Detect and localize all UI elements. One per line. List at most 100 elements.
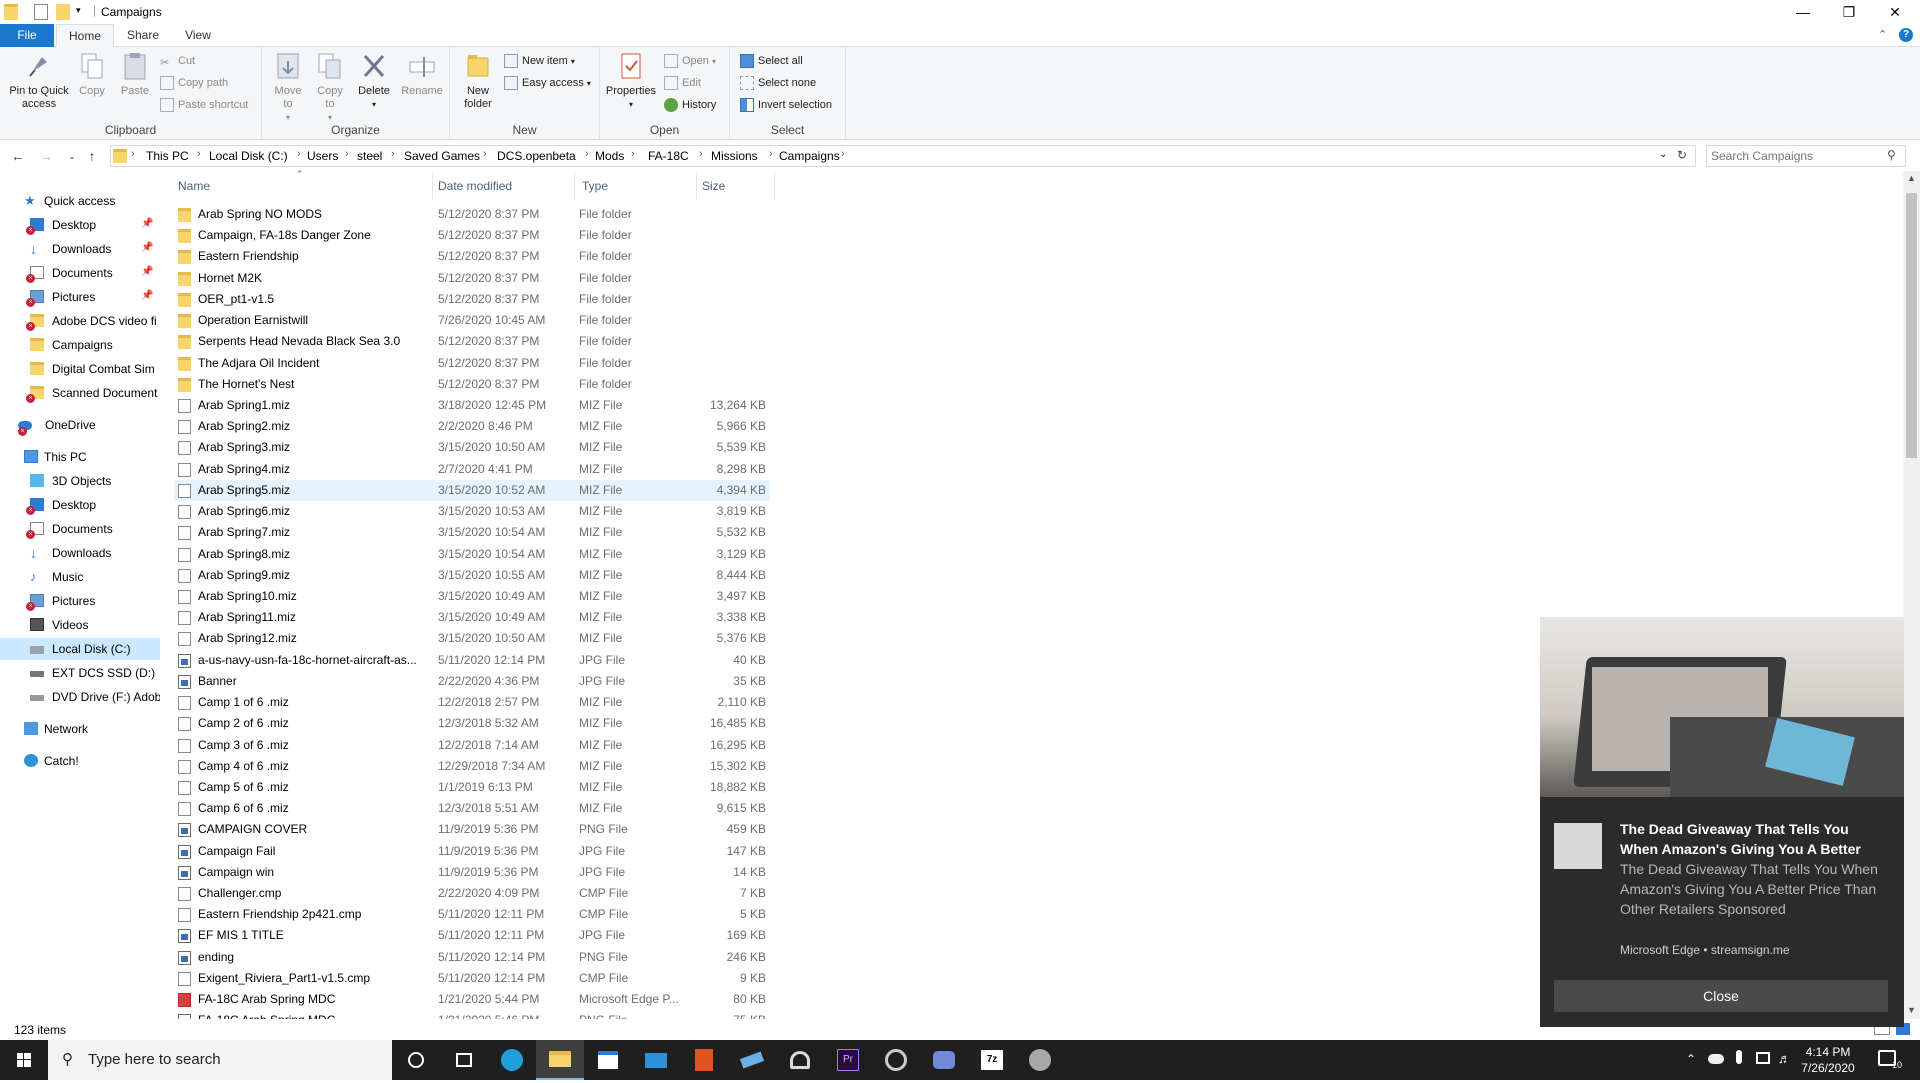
nav-quick-campaigns[interactable]: Campaigns (30, 334, 160, 356)
column-header-name[interactable]: Name (178, 179, 210, 199)
taskbar-app-misc[interactable] (1016, 1040, 1064, 1080)
breadcrumb-fa-18c[interactable]: FA-18C (648, 149, 689, 163)
table-row[interactable]: Camp 5 of 6 .miz 1/1/2019 6:13 PM MIZ File… (174, 777, 770, 798)
table-row[interactable]: Eastern Friendship 2p421.cmp 5/11/2020 12… (174, 904, 770, 925)
forward-button[interactable]: → (36, 147, 56, 165)
tab-file[interactable]: File (0, 24, 54, 47)
breadcrumb-mods[interactable]: Mods (595, 149, 624, 163)
up-button[interactable]: ↑ (82, 147, 102, 165)
nav-quick-scanned[interactable]: Scanned Document (30, 382, 160, 404)
breadcrumb-campaigns[interactable]: Campaigns (779, 149, 840, 163)
pin-icon[interactable]: 📌 (141, 266, 153, 277)
pin-icon[interactable]: 📌 (141, 218, 153, 229)
help-icon[interactable]: ? (1899, 28, 1913, 42)
address-dropdown-icon[interactable]: ⌄ (1659, 149, 1667, 160)
edit-button[interactable]: Edit (664, 74, 701, 92)
taskbar-store[interactable] (584, 1040, 632, 1080)
show-hidden-icons[interactable]: ⌃ (1686, 1052, 1696, 1066)
table-row[interactable]: Arab Spring12.miz 3/15/2020 10:50 AM MIZ F… (174, 628, 770, 649)
table-row[interactable]: a-us-navy-usn-fa-18c-hornet-aircraft-as.… (174, 650, 770, 671)
table-row[interactable]: Serpents Head Nevada Black Sea 3.0 5/12/2… (174, 331, 770, 352)
taskbar-office[interactable] (680, 1040, 728, 1080)
column-divider[interactable] (432, 173, 433, 199)
table-row[interactable]: Camp 4 of 6 .miz 12/29/2018 7:34 AM MIZ Fi… (174, 756, 770, 777)
clock-time[interactable]: 4:14 PM (1798, 1045, 1858, 1059)
breadcrumb-missions[interactable]: Missions (711, 149, 758, 163)
table-row[interactable]: ending 5/11/2020 12:14 PM PNG File 246 KB (174, 947, 770, 968)
tab-view[interactable]: View (172, 24, 224, 47)
breadcrumb-this-pc[interactable]: This PC (146, 149, 189, 163)
pin-icon[interactable]: 📌 (141, 242, 153, 253)
table-row[interactable]: Arab Spring11.miz 3/15/2020 10:49 AM MIZ F… (174, 607, 770, 628)
table-row[interactable]: Arab Spring NO MODS 5/12/2020 8:37 PM File… (174, 204, 770, 225)
maximize-button[interactable]: ❐ (1826, 0, 1872, 24)
table-row[interactable]: Arab Spring9.miz 3/15/2020 10:55 AM MIZ Fi… (174, 565, 770, 586)
nav-onedrive[interactable]: OneDrive (18, 414, 96, 436)
tab-share[interactable]: Share (114, 24, 172, 47)
breadcrumb-dcs-openbeta[interactable]: DCS.openbeta (497, 149, 576, 163)
table-row[interactable]: Exigent_Riviera_Part1-v1.5.cmp 5/11/2020 … (174, 968, 770, 989)
start-button[interactable] (0, 1040, 48, 1080)
table-row[interactable]: Campaign win 11/9/2019 5:36 PM JPG File 14 … (174, 862, 770, 883)
invert-selection-button[interactable]: Invert selection (740, 96, 832, 114)
nav-this-pc[interactable]: This PC (24, 446, 87, 468)
new-item-button[interactable]: New item ▾ (504, 52, 575, 70)
taskbar-app-plane[interactable] (728, 1040, 776, 1080)
properties-quick-icon[interactable] (34, 4, 48, 20)
copy-path-button[interactable]: Copy path (160, 74, 228, 92)
table-row[interactable]: Arab Spring1.miz 3/18/2020 12:45 PM MIZ Fi… (174, 395, 770, 416)
table-row[interactable]: Arab Spring4.miz 2/7/2020 4:41 PM MIZ File… (174, 459, 770, 480)
column-divider[interactable] (774, 173, 775, 199)
pin-to-quick-access-button[interactable]: Pin to Quick access (4, 51, 74, 111)
nav-pc-music[interactable]: ♪ Music (30, 566, 160, 588)
scrollbar-thumb[interactable] (1906, 193, 1917, 458)
paste-shortcut-button[interactable]: Paste shortcut (160, 96, 248, 114)
onedrive-tray-icon[interactable] (1708, 1054, 1724, 1064)
nav-network[interactable]: Network (24, 718, 88, 740)
table-row[interactable]: Arab Spring5.miz 3/15/2020 10:52 AM MIZ Fi… (174, 479, 770, 501)
taskbar-edge[interactable] (488, 1040, 536, 1080)
volume-icon[interactable]: ♬ (1778, 1051, 1791, 1066)
taskbar-dcs[interactable] (872, 1040, 920, 1080)
table-row[interactable]: Challenger.cmp 2/22/2020 4:09 PM CMP File 7… (174, 883, 770, 904)
cut-button[interactable]: ✂ Cut (160, 52, 195, 70)
minimize-ribbon-icon[interactable]: ⌃ (1878, 28, 1887, 41)
nav-pc-videos[interactable]: Videos (30, 614, 160, 636)
table-row[interactable]: Arab Spring2.miz 2/2/2020 8:46 PM MIZ File… (174, 416, 770, 437)
column-header-date[interactable]: Date modified (438, 179, 512, 199)
nav-pc-downloads[interactable]: ↓ Downloads (30, 542, 160, 564)
nav-pc-3d-objects[interactable]: 3D Objects (30, 470, 160, 492)
breadcrumb-steel[interactable]: steel (357, 149, 382, 163)
table-row[interactable]: Camp 2 of 6 .miz 12/3/2018 5:32 AM MIZ Fil… (174, 713, 770, 734)
task-view-button[interactable] (440, 1040, 488, 1080)
new-folder-quick-icon[interactable] (56, 4, 70, 20)
table-row[interactable]: Campaign Fail 11/9/2019 5:36 PM JPG File 14… (174, 841, 770, 862)
table-row[interactable]: OER_pt1-v1.5 5/12/2020 8:37 PM File folder (174, 289, 770, 310)
taskbar-premiere[interactable]: Pr (824, 1040, 872, 1080)
column-divider[interactable] (696, 173, 697, 199)
paste-button[interactable]: Paste (118, 51, 152, 98)
nav-catch[interactable]: Catch! (24, 750, 79, 772)
nav-quick-adobe[interactable]: Adobe DCS video fi (30, 310, 160, 332)
minimize-button[interactable]: — (1780, 0, 1826, 24)
table-row[interactable]: CAMPAIGN COVER 11/9/2019 5:36 PM PNG File 4… (174, 819, 770, 840)
pin-icon[interactable]: 📌 (141, 290, 153, 301)
back-button[interactable]: ← (8, 147, 28, 165)
easy-access-button[interactable]: Easy access ▾ (504, 74, 591, 92)
address-box[interactable]: › This PC › Local Disk (C:) › Users › st… (110, 145, 1696, 167)
select-all-button[interactable]: Select all (740, 52, 803, 70)
nav-pc-dvd[interactable]: DVD Drive (F:) Adob (30, 686, 160, 708)
search-input[interactable] (1711, 148, 1881, 164)
table-row[interactable]: Camp 1 of 6 .miz 12/2/2018 2:57 PM MIZ Fil… (174, 692, 770, 713)
table-row[interactable]: Eastern Friendship 5/12/2020 8:37 PM File … (174, 246, 770, 267)
table-row[interactable]: Arab Spring10.miz 3/15/2020 10:49 AM MIZ F… (174, 586, 770, 607)
table-row[interactable]: Campaign, FA-18s Danger Zone 5/12/2020 8:… (174, 225, 770, 246)
nav-pc-desktop[interactable]: Desktop (30, 494, 160, 516)
properties-button[interactable]: Properties ▾ (604, 51, 658, 111)
nav-pc-pictures[interactable]: Pictures (30, 590, 160, 612)
nav-pc-documents[interactable]: Documents (30, 518, 160, 540)
breadcrumb-users[interactable]: Users (307, 149, 338, 163)
microphone-icon[interactable] (1736, 1050, 1742, 1064)
search-box[interactable]: ⚲ (1706, 145, 1906, 167)
table-row[interactable]: Arab Spring3.miz 3/15/2020 10:50 AM MIZ Fi… (174, 437, 770, 458)
